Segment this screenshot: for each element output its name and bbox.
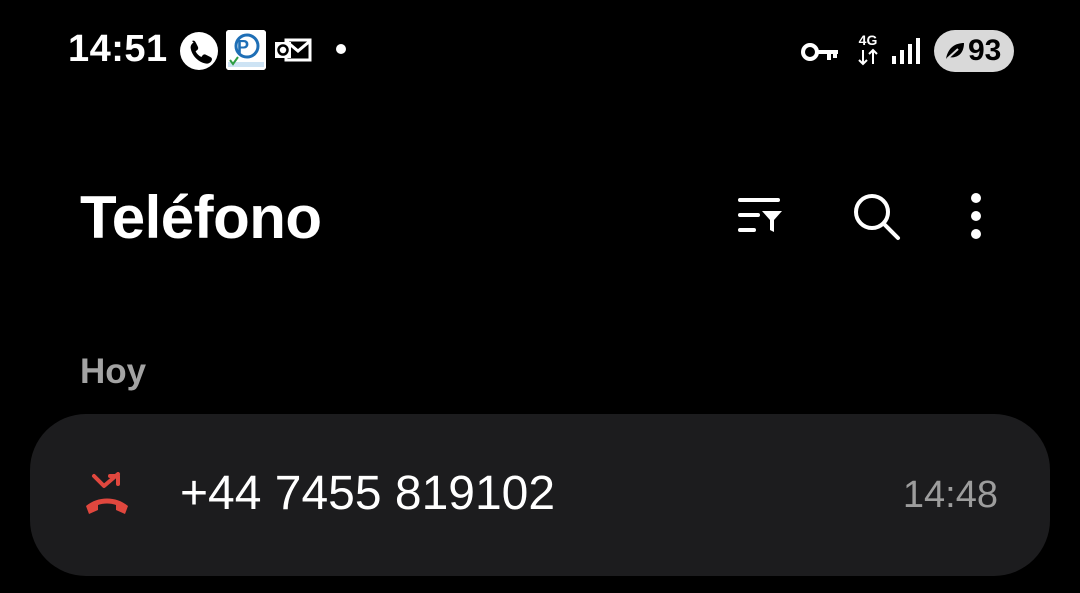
more-options-button[interactable] <box>946 186 1006 246</box>
more-options-icon <box>971 193 981 239</box>
vpn-key-icon <box>800 40 840 64</box>
network-type-label: 4G <box>858 32 878 48</box>
section-header-today: Hoy <box>80 352 147 391</box>
svg-text:P: P <box>237 37 249 57</box>
outlook-mail-icon <box>274 36 312 66</box>
page-title: Teléfono <box>80 184 322 251</box>
battery-level: 93 <box>968 34 1002 67</box>
phone-app-screen: 14:51 P 4G 93 Teléfono Hoy +44 7455 8191… <box>0 0 1080 593</box>
app-notification-icon: P <box>226 30 266 70</box>
network-type-indicator: 4G <box>854 32 882 68</box>
call-log-item[interactable]: +44 7455 819102 14:48 <box>30 414 1050 576</box>
battery-icon: 93 <box>934 30 1014 72</box>
filter-button[interactable] <box>730 186 790 246</box>
search-button[interactable] <box>846 186 906 246</box>
filter-icon <box>738 198 782 232</box>
phone-call-icon <box>180 32 218 70</box>
data-arrows-icon <box>858 48 878 66</box>
signal-icon <box>890 36 922 66</box>
call-time: 14:48 <box>902 474 998 516</box>
power-saving-leaf-icon <box>946 43 964 60</box>
missed-call-icon <box>86 472 128 514</box>
caller-number: +44 7455 819102 <box>180 467 556 520</box>
search-icon <box>854 194 900 240</box>
status-time: 14:51 <box>68 28 168 70</box>
status-bar: 14:51 P 4G 93 <box>0 0 1080 100</box>
more-notifications-dot <box>336 44 346 54</box>
